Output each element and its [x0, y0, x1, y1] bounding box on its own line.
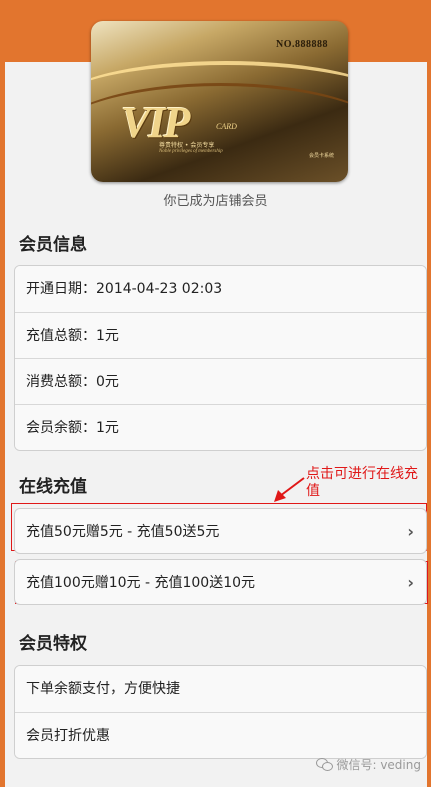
card-slogan: 尊贵特权 • 会员专享: [159, 142, 215, 149]
card-system-label: 会员卡系统: [308, 153, 334, 159]
card-number: NO.888888: [276, 39, 328, 50]
privileges-list: 下单余额支付，方便快捷 会员打折优惠: [14, 665, 427, 759]
recharge-option-100[interactable]: 充值100元赠10元 - 充值100送10元 ›: [14, 559, 427, 605]
privilege-balance-pay: 下单余额支付，方便快捷: [15, 666, 426, 712]
recharge-option-50[interactable]: 充值50元赠5元 - 充值50送5元 ›: [14, 508, 427, 554]
member-info-title: 会员信息: [19, 235, 87, 255]
info-balance: 会员余额：1元: [15, 404, 426, 450]
vip-card-image: NO.888888 VIP CARD 尊贵特权 • 会员专享 Noble pri…: [91, 21, 348, 182]
chevron-right-icon: ›: [407, 573, 414, 592]
card-slogan-en: Noble privileges of membership: [159, 149, 223, 154]
vip-card-word: CARD: [216, 122, 237, 131]
info-open-date: 开通日期：2014-04-23 02:03: [15, 266, 426, 312]
right-border: [427, 0, 431, 787]
wechat-watermark: 微信号: veding: [316, 756, 421, 773]
recharge-annotation: 点击可进行在线充值: [306, 466, 418, 499]
wechat-icon: [316, 758, 334, 771]
info-recharge-total: 充值总额：1元: [15, 312, 426, 358]
recharge-title: 在线充值: [19, 477, 87, 497]
privilege-discount: 会员打折优惠: [15, 712, 426, 758]
annotation-arrow-icon: [274, 477, 305, 502]
member-status-text: 你已成为店铺会员: [163, 194, 268, 209]
recharge-option-50-label: 充值50元赠5元 - 充值50送5元: [26, 524, 220, 540]
page: NO.888888 VIP CARD 尊贵特权 • 会员专享 Noble pri…: [0, 0, 431, 787]
chevron-right-icon: ›: [407, 522, 414, 541]
member-info-list: 开通日期：2014-04-23 02:03 充值总额：1元 消费总额：0元 会员…: [14, 265, 427, 451]
info-spend-total: 消费总额：0元: [15, 358, 426, 404]
privileges-title: 会员特权: [19, 634, 87, 654]
recharge-option-100-label: 充值100元赠10元 - 充值100送10元: [26, 575, 256, 591]
watermark-text: 微信号: veding: [336, 758, 421, 772]
